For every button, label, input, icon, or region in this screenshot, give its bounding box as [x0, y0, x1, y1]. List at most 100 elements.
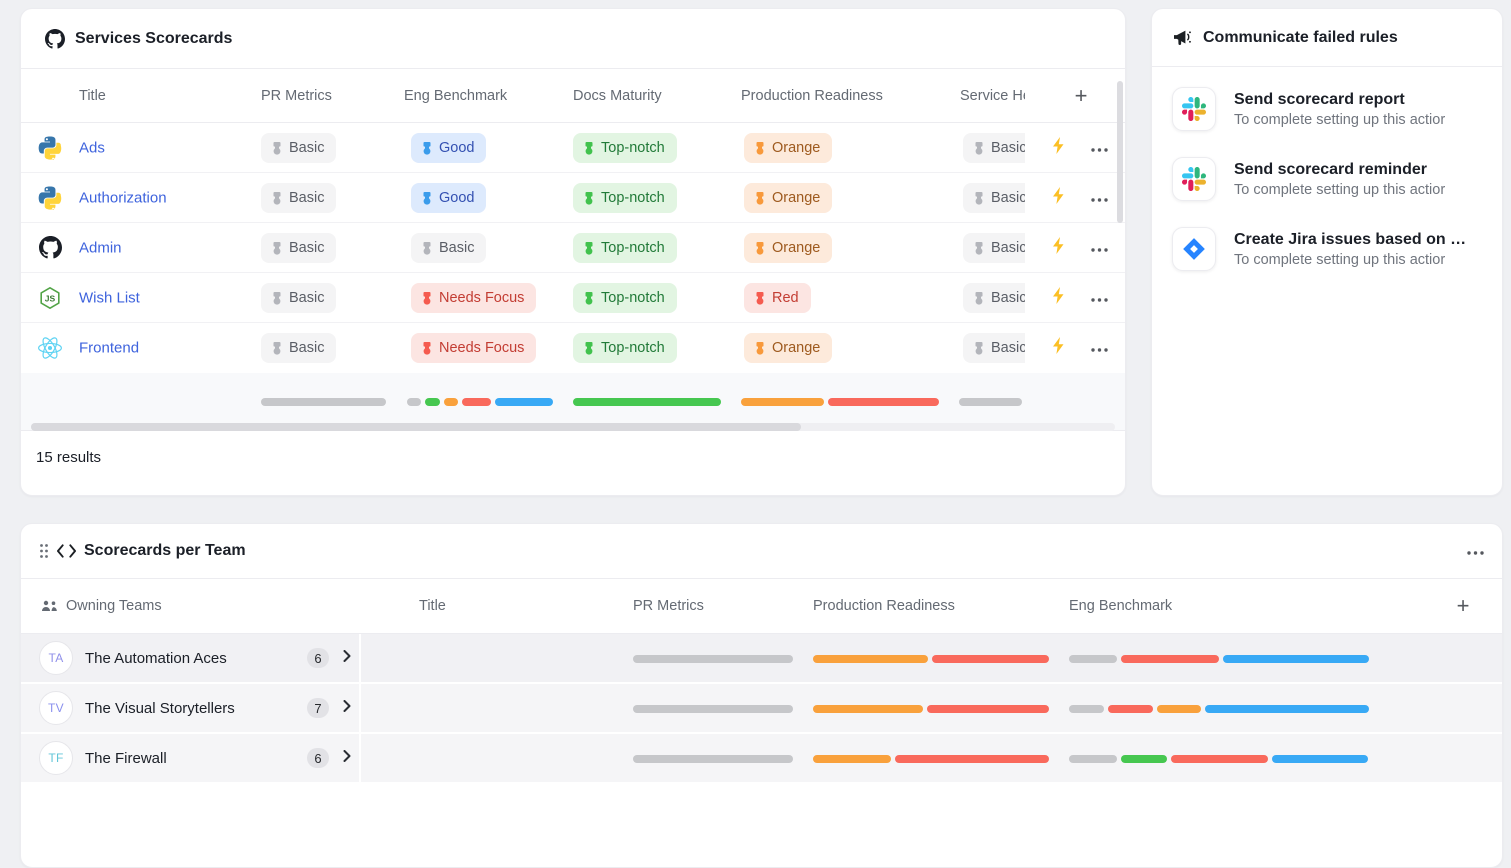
col-service-health[interactable]: Service Health — [960, 88, 1025, 104]
chevron-right-icon[interactable] — [343, 649, 351, 667]
pr-metrics-badge[interactable]: Basic — [261, 133, 336, 163]
col-production-readiness[interactable]: Production Readiness — [741, 88, 883, 104]
col-docs-maturity[interactable]: Docs Maturity — [573, 88, 662, 104]
docs-maturity-badge[interactable]: Top-notch — [573, 283, 677, 313]
results-count: 15 results — [21, 431, 1125, 466]
automation-bolt-icon[interactable] — [1051, 337, 1065, 359]
team-row-the-automation-aces[interactable]: TA The Automation Aces 6 — [21, 634, 1502, 684]
svg-text:JS: JS — [45, 293, 56, 303]
github-icon — [45, 29, 65, 49]
team-avatar: TV — [39, 691, 73, 725]
service-title-link[interactable]: Admin — [79, 239, 122, 256]
team-count-badge: 6 — [307, 748, 329, 768]
code-icon — [57, 544, 76, 558]
service-health-badge[interactable]: Basic — [963, 283, 1025, 313]
row-menu-icon[interactable] — [1091, 289, 1108, 307]
production-readiness-badge[interactable]: Orange — [744, 333, 832, 363]
service-row-admin[interactable]: Admin Basic Basic Top-notch Orange Basic — [21, 223, 1125, 273]
col-production-readiness[interactable]: Production Readiness — [813, 598, 955, 614]
service-health-cell: Basic — [963, 333, 1025, 363]
production-readiness-badge[interactable]: Orange — [744, 233, 832, 263]
automation-bolt-icon[interactable] — [1051, 287, 1065, 309]
col-eng-benchmark[interactable]: Eng Benchmark — [1069, 598, 1172, 614]
eng-benchmark-badge[interactable]: Good — [411, 183, 486, 213]
col-pr-metrics[interactable]: PR Metrics — [633, 598, 704, 614]
docs-maturity-badge[interactable]: Top-notch — [573, 233, 677, 263]
pr-metrics-summary-bars — [261, 398, 386, 406]
scorecards-per-team-panel: Scorecards per Team Owning Teams Title P… — [20, 523, 1503, 868]
dashboard: { "colors": { "gray": "#c6c7ca", "green"… — [0, 0, 1511, 857]
service-row-wish-list[interactable]: JS Wish List Basic Needs Focus Top-notch… — [21, 273, 1125, 323]
row-menu-icon[interactable] — [1091, 189, 1108, 207]
pr-metrics-badge[interactable]: Basic — [261, 183, 336, 213]
team-row-the-visual-storytellers[interactable]: TV The Visual Storytellers 7 — [21, 684, 1502, 734]
pr-metrics-bars — [633, 705, 793, 713]
row-menu-icon[interactable] — [1091, 239, 1108, 257]
docs-maturity-badge[interactable]: Top-notch — [573, 183, 677, 213]
team-count-badge: 7 — [307, 698, 329, 718]
rule-item-send-scorecard-reminder[interactable]: Send scorecard reminder To complete sett… — [1172, 157, 1482, 201]
eng-benchmark-badge[interactable]: Basic — [411, 233, 486, 263]
owning-team-cell[interactable]: TA The Automation Aces 6 — [21, 634, 361, 682]
docs-maturity-badge[interactable]: Top-notch — [573, 333, 677, 363]
service-health-badge[interactable]: Basic — [963, 183, 1025, 213]
horizontal-scrollbar-thumb[interactable] — [31, 423, 801, 431]
col-owning-teams[interactable]: Owning Teams — [41, 598, 162, 614]
vertical-scrollbar[interactable] — [1117, 81, 1123, 223]
add-column-button[interactable]: + — [1449, 592, 1477, 620]
automation-bolt-icon[interactable] — [1051, 137, 1065, 159]
service-title-link[interactable]: Frontend — [79, 340, 139, 357]
docs-maturity-badge[interactable]: Top-notch — [573, 133, 677, 163]
megaphone-icon — [1174, 29, 1193, 46]
production-readiness-badge[interactable]: Red — [744, 283, 811, 313]
pr-metrics-badge[interactable]: Basic — [261, 283, 336, 313]
add-column-button[interactable]: + — [1067, 82, 1095, 110]
col-pr-metrics[interactable]: PR Metrics — [261, 88, 332, 104]
col-title[interactable]: Title — [79, 88, 106, 104]
team-row-the-firewall[interactable]: TF The Firewall 6 — [21, 734, 1502, 784]
pr-metrics-badge[interactable]: Basic — [261, 333, 336, 363]
service-health-badge[interactable]: Basic — [963, 133, 1025, 163]
service-health-cell: Basic — [963, 283, 1025, 313]
service-row-ads[interactable]: Ads Basic Good Top-notch Orange Basic — [21, 123, 1125, 173]
rule-subtitle: To complete setting up this actior — [1234, 252, 1466, 268]
service-title-link[interactable]: Wish List — [79, 289, 140, 306]
horizontal-scrollbar[interactable] — [31, 423, 1115, 431]
service-row-authorization[interactable]: Authorization Basic Good Top-notch Orang… — [21, 173, 1125, 223]
owning-team-cell[interactable]: TV The Visual Storytellers 7 — [21, 684, 361, 732]
pr-metrics-badge[interactable]: Basic — [261, 233, 336, 263]
panel-menu-icon[interactable] — [1467, 542, 1484, 560]
eng-benchmark-badge[interactable]: Good — [411, 133, 486, 163]
rule-subtitle: To complete setting up this actior — [1234, 182, 1445, 198]
service-row-frontend[interactable]: Frontend Basic Needs Focus Top-notch Ora… — [21, 323, 1125, 373]
automation-bolt-icon[interactable] — [1051, 237, 1065, 259]
teams-column-header: Owning Teams Title PR Metrics Production… — [21, 579, 1502, 634]
automation-bolt-icon[interactable] — [1051, 187, 1065, 209]
rule-item-create-jira-issues[interactable]: Create Jira issues based on … To complet… — [1172, 227, 1482, 271]
eng-benchmark-badge[interactable]: Needs Focus — [411, 333, 536, 363]
service-health-summary-bars — [959, 398, 1022, 406]
drag-handle-icon[interactable] — [39, 543, 49, 559]
service-health-badge[interactable]: Basic — [963, 333, 1025, 363]
service-health-cell: Basic — [963, 183, 1025, 213]
rule-item-send-scorecard-report[interactable]: Send scorecard report To complete settin… — [1172, 87, 1482, 131]
chevron-right-icon[interactable] — [343, 749, 351, 767]
eng-benchmark-badge[interactable]: Needs Focus — [411, 283, 536, 313]
owning-team-cell[interactable]: TF The Firewall 6 — [21, 734, 361, 782]
service-title-link[interactable]: Authorization — [79, 189, 167, 206]
row-menu-icon[interactable] — [1091, 339, 1108, 357]
row-menu-icon[interactable] — [1091, 139, 1108, 157]
service-health-badge[interactable]: Basic — [963, 233, 1025, 263]
service-title-link[interactable]: Ads — [79, 139, 105, 156]
eng-benchmark-summary-bars — [407, 398, 553, 406]
chevron-right-icon[interactable] — [343, 699, 351, 717]
production-readiness-badge[interactable]: Orange — [744, 183, 832, 213]
production-readiness-badge[interactable]: Orange — [744, 133, 832, 163]
services-scorecards-panel: Services Scorecards Title PR Metrics Eng… — [20, 8, 1126, 496]
nodejs-icon: JS — [37, 285, 63, 311]
rule-subtitle: To complete setting up this actior — [1234, 112, 1445, 128]
col-title[interactable]: Title — [419, 598, 446, 614]
pr-metrics-bars — [633, 755, 793, 763]
rule-title: Create Jira issues based on … — [1234, 231, 1466, 249]
col-eng-benchmark[interactable]: Eng Benchmark — [404, 88, 507, 104]
